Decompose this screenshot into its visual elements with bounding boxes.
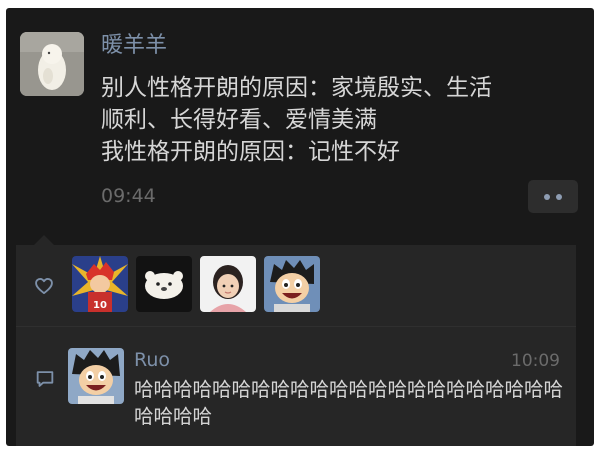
post-text: 别人性格开朗的原因：家境殷实、生活 顺利、长得好看、爱情美满 我性格开朗的原因：…	[101, 72, 586, 168]
white-bird-photo-icon	[20, 32, 84, 96]
like-avatar[interactable]	[264, 256, 320, 312]
like-avatar[interactable]	[136, 256, 192, 312]
white-bear-icon	[136, 256, 192, 312]
luffy-cartoon-icon	[68, 348, 124, 404]
luffy-cartoon-icon	[264, 256, 320, 312]
poster-avatar[interactable]	[20, 32, 84, 96]
commenter-avatar[interactable]	[68, 348, 124, 404]
post-text-line: 别人性格开朗的原因：家境殷实、生活	[101, 75, 492, 101]
like-avatar[interactable]	[200, 256, 256, 312]
post-time: 09:44	[101, 185, 156, 207]
svg-text:10: 10	[93, 300, 107, 311]
poster-name[interactable]: 暖羊羊	[101, 30, 167, 62]
dot-icon	[544, 194, 550, 200]
heart-icon	[34, 276, 54, 296]
commenter-name[interactable]: Ruo	[134, 346, 170, 374]
post-text-line: 顺利、长得好看、爱情美满	[101, 107, 377, 133]
panel-divider	[16, 326, 576, 327]
comment-time: 10:09	[511, 351, 560, 371]
dot-icon	[556, 194, 562, 200]
child-photo-icon	[200, 256, 256, 312]
anime-basketball-player-icon: 10	[72, 256, 128, 312]
comment-text[interactable]: 哈哈哈哈哈哈哈哈哈哈哈哈哈哈哈哈哈哈哈哈哈哈哈哈哈哈	[134, 376, 564, 430]
panel-pointer	[34, 235, 54, 245]
post-text-line: 我性格开朗的原因：记性不好	[101, 139, 400, 165]
more-actions-button[interactable]	[528, 180, 578, 213]
like-avatar[interactable]: 10	[72, 256, 128, 312]
comment-icon	[34, 368, 56, 390]
moments-screen: 暖羊羊 别人性格开朗的原因：家境殷实、生活 顺利、长得好看、爱情美满 我性格开朗…	[6, 8, 594, 446]
